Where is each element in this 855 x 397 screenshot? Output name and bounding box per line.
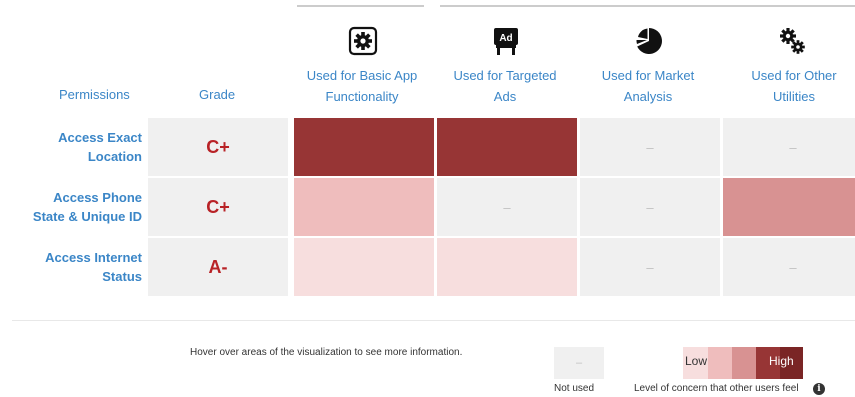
permission-line2: State & Unique ID (32, 209, 142, 224)
heatmap-cell[interactable]: – (723, 118, 855, 176)
permission-line1: Access Internet (45, 250, 142, 265)
column-header-line2: Utilities (773, 89, 815, 104)
column-header-targeted-ads[interactable]: Used for Targeted Ads (434, 65, 576, 107)
not-used-label: Not used (554, 383, 595, 394)
scale-low-label: Low (685, 354, 708, 368)
heatmap-cell[interactable]: – (580, 178, 720, 236)
heatmap-cell[interactable]: – (580, 238, 720, 296)
permission-line2: Location (87, 149, 142, 164)
heatmap-cell[interactable] (437, 238, 577, 296)
permission-line1: Access Phone (53, 190, 142, 205)
column-header-line2: Ads (493, 89, 517, 104)
grade-badge: C+ (148, 178, 288, 236)
heatmap-cell[interactable] (437, 118, 577, 176)
column-header-line2: Functionality (325, 89, 399, 104)
grade-badge: A- (148, 238, 288, 296)
heatmap-cell[interactable]: – (580, 118, 720, 176)
permission-label-internet-status[interactable]: Access Internet Status (0, 248, 142, 286)
not-used-swatch: – (554, 347, 604, 379)
column-header-line1: Used for Other (751, 68, 837, 83)
grade-header: Grade (199, 87, 236, 102)
heatmap-cell[interactable]: – (723, 238, 855, 296)
heatmap-cell[interactable] (723, 178, 855, 236)
ad-sign-icon: Ad (491, 26, 521, 56)
heatmap-cell[interactable] (294, 118, 434, 176)
header-rule-right (440, 5, 855, 7)
column-header-line1: Used for Market (601, 68, 695, 83)
heatmap-cell[interactable] (294, 178, 434, 236)
column-header-market-analysis[interactable]: Used for Market Analysis (577, 65, 719, 107)
column-header-basic-functionality[interactable]: Used for Basic App Functionality (291, 65, 433, 107)
permission-line1: Access Exact (58, 130, 142, 145)
header-rule-left (297, 5, 424, 7)
permission-label-phone-state[interactable]: Access Phone State & Unique ID (0, 188, 142, 226)
scale-segment (708, 347, 732, 379)
gears-icon (777, 26, 807, 56)
permission-line2: Status (102, 269, 142, 284)
concern-scale: Low High (683, 347, 803, 379)
legend-divider (12, 320, 855, 321)
info-icon[interactable]: i (813, 383, 825, 395)
svg-text:Ad: Ad (499, 33, 512, 44)
column-header-other-utilities[interactable]: Used for Other Utilities (723, 65, 855, 107)
scale-segment (732, 347, 756, 379)
column-header-line1: Used for Targeted (453, 68, 557, 83)
heatmap-cell[interactable]: – (437, 178, 577, 236)
concern-label: Level of concern that other users feel (634, 383, 799, 394)
column-header-line2: Analysis (623, 89, 673, 104)
scale-high-label: High (769, 354, 794, 368)
gear-box-icon (348, 26, 378, 56)
permission-label-exact-location[interactable]: Access Exact Location (0, 128, 142, 166)
column-header-line1: Used for Basic App (306, 68, 418, 83)
heatmap-cell[interactable] (294, 238, 434, 296)
hover-instructions: Hover over areas of the visualization to… (190, 347, 463, 358)
grade-badge: C+ (148, 118, 288, 176)
permissions-header: Permissions (59, 87, 130, 102)
pie-chart-icon (634, 26, 664, 56)
